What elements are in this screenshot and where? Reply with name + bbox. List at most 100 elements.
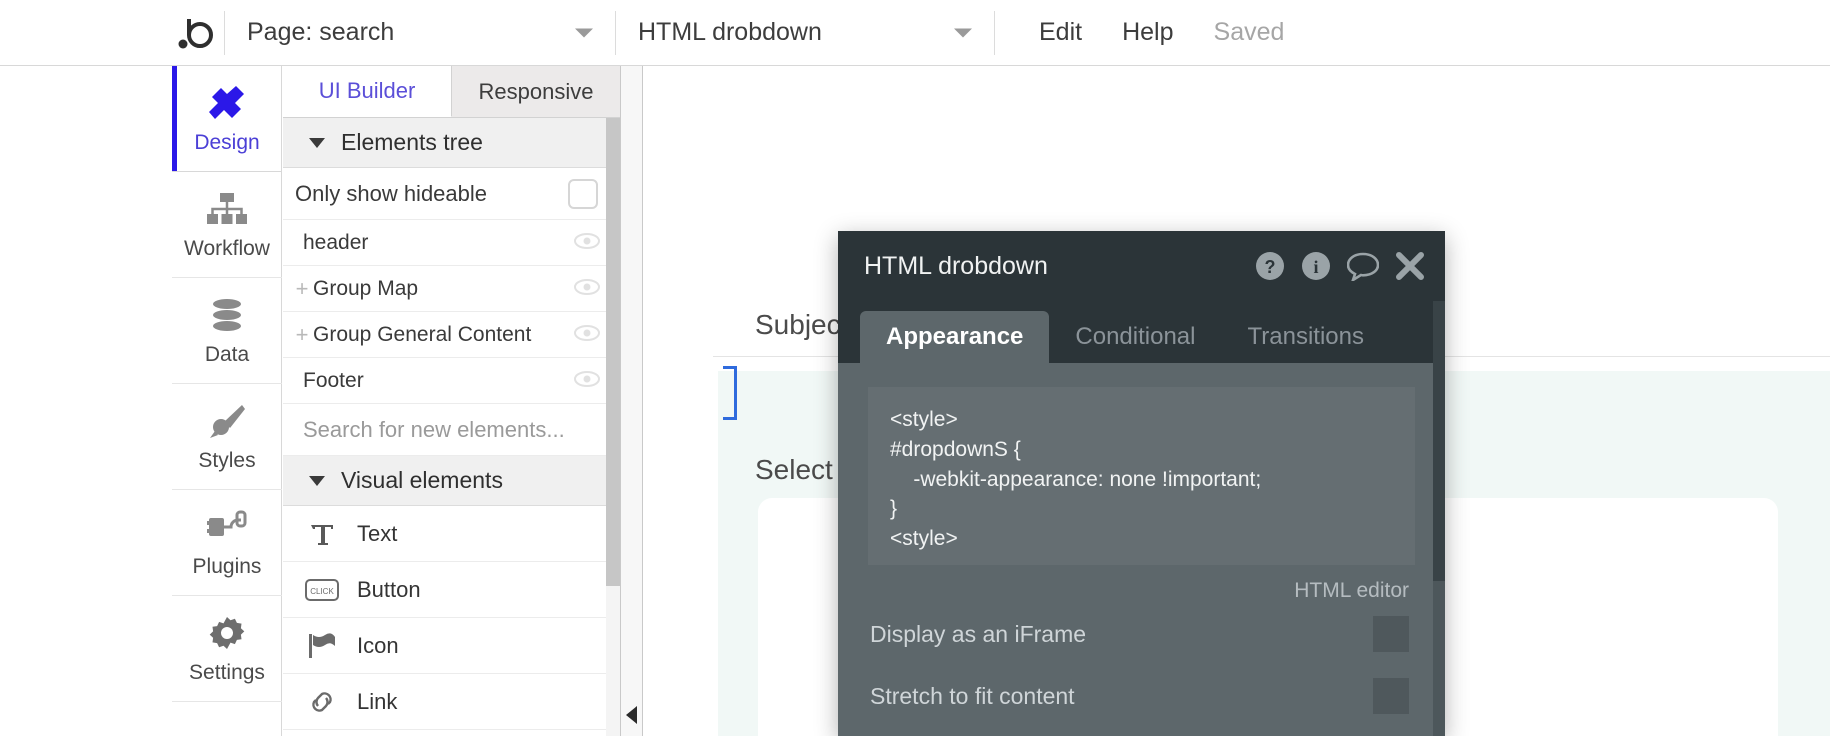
element-item-image[interactable]: Image [283, 730, 620, 736]
element-item-button[interactable]: CLICK Button [283, 562, 620, 618]
eye-icon[interactable] [574, 323, 600, 347]
chevron-down-icon [309, 476, 325, 486]
workflow-icon [205, 189, 249, 229]
only-show-hideable-row[interactable]: Only show hideable [283, 168, 620, 220]
saved-status: Saved [1194, 18, 1305, 47]
sidebar-item-settings[interactable]: Settings [172, 596, 282, 702]
ui-builder-panel: UI Builder Responsive Elements tree Only… [283, 66, 621, 736]
visual-elements-header[interactable]: Visual elements [283, 456, 620, 506]
tree-item-group-map[interactable]: + Group Map [283, 266, 620, 312]
sidebar-item-workflow[interactable]: Workflow [172, 172, 282, 278]
database-icon [205, 295, 249, 335]
flag-icon [305, 631, 339, 661]
expand-plus-icon[interactable]: + [293, 276, 311, 302]
dialog-title: HTML drobdown [864, 252, 1255, 281]
elements-tree-header[interactable]: Elements tree [283, 118, 620, 168]
stretch-to-fit-checkbox[interactable] [1373, 678, 1409, 714]
link-icon [305, 687, 339, 717]
bubble-logo-icon[interactable] [172, 0, 224, 65]
tab-responsive[interactable]: Responsive [452, 66, 620, 117]
topbar-left-spacer [0, 0, 172, 65]
eye-icon[interactable] [574, 277, 600, 301]
panel-collapse-handle[interactable] [621, 66, 643, 736]
sidebar-item-styles[interactable]: Styles [172, 384, 282, 490]
tab-transitions[interactable]: Transitions [1221, 311, 1389, 363]
sidebar-item-label: Plugins [193, 555, 262, 579]
element-selector-label: HTML drobdown [638, 18, 822, 47]
search-new-elements-input[interactable]: Search for new elements... [283, 404, 620, 456]
button-icon: CLICK [305, 575, 339, 605]
dialog-header[interactable]: HTML drobdown ? i [838, 231, 1445, 301]
svg-text:i: i [1313, 257, 1318, 277]
chevron-down-icon [954, 28, 972, 37]
topbar-actions: Edit Help Saved [995, 18, 1304, 47]
sidebar-item-label: Data [205, 343, 249, 367]
display-as-iframe-checkbox[interactable] [1373, 616, 1409, 652]
page-selector-label: Page: search [247, 18, 394, 47]
element-item-label: Icon [357, 633, 399, 659]
only-show-hideable-checkbox[interactable] [568, 179, 598, 209]
visual-elements-title: Visual elements [341, 467, 503, 494]
option-stretch-to-fit[interactable]: Stretch to fit content [868, 665, 1415, 727]
chevron-down-icon [309, 138, 325, 148]
element-item-label: Link [357, 689, 397, 715]
panel-scrollbar-thumb[interactable] [606, 118, 620, 586]
canvas-select-label: Select [755, 454, 833, 486]
info-circle-icon[interactable]: i [1301, 251, 1331, 281]
tree-item-footer[interactable]: Footer [283, 358, 620, 404]
element-item-label: Button [357, 577, 421, 603]
comment-icon[interactable] [1347, 251, 1379, 281]
sidebar-item-design[interactable]: Design [172, 66, 282, 172]
tree-item-group-general-content[interactable]: + Group General Content [283, 312, 620, 358]
dialog-body: <style> #dropdownS { -webkit-appearance:… [838, 363, 1445, 727]
svg-text:CLICK: CLICK [310, 587, 334, 596]
tree-item-label: Group Map [313, 277, 574, 301]
eye-icon[interactable] [574, 231, 600, 255]
tab-conditional[interactable]: Conditional [1049, 311, 1221, 363]
help-circle-icon[interactable]: ? [1255, 251, 1285, 281]
text-icon [305, 519, 339, 549]
element-selector[interactable]: HTML drobdown [616, 0, 994, 65]
element-properties-dialog: HTML drobdown ? i Appearance Conditional… [838, 231, 1445, 736]
left-nav-rail: Design Workflow [172, 66, 282, 736]
tab-appearance[interactable]: Appearance [860, 311, 1049, 363]
sidebar-item-label: Settings [189, 661, 265, 685]
dialog-scrollbar-thumb[interactable] [1433, 301, 1445, 581]
dialog-tab-bar: Appearance Conditional Transitions [838, 301, 1445, 363]
page-selector[interactable]: Page: search [225, 0, 615, 65]
paintbrush-icon [205, 401, 249, 441]
plug-icon [205, 507, 249, 547]
element-item-text[interactable]: Text [283, 506, 620, 562]
selection-marker [723, 366, 737, 420]
tab-ui-builder[interactable]: UI Builder [283, 66, 452, 117]
tree-item-label: Group General Content [313, 323, 574, 347]
top-bar: Page: search HTML drobdown Edit Help Sav… [0, 0, 1830, 66]
option-display-as-iframe[interactable]: Display as an iFrame [868, 603, 1415, 665]
bubble-editor-window: Page: search HTML drobdown Edit Help Sav… [0, 0, 1830, 736]
only-show-hideable-label: Only show hideable [295, 181, 568, 207]
sidebar-item-label: Styles [198, 449, 255, 473]
eye-icon[interactable] [574, 369, 600, 393]
close-icon[interactable] [1395, 251, 1425, 281]
element-item-label: Text [357, 521, 397, 547]
sidebar-item-label: Design [194, 131, 259, 155]
svg-text:?: ? [1265, 257, 1276, 277]
panel-scrollbar[interactable] [606, 118, 620, 736]
sidebar-item-plugins[interactable]: Plugins [172, 490, 282, 596]
help-button[interactable]: Help [1102, 18, 1193, 47]
panel-tab-bar: UI Builder Responsive [283, 66, 620, 118]
element-item-icon[interactable]: Icon [283, 618, 620, 674]
dialog-scrollbar[interactable] [1433, 301, 1445, 736]
html-code-editor[interactable]: <style> #dropdownS { -webkit-appearance:… [868, 387, 1415, 565]
chevron-left-icon [626, 706, 637, 724]
design-icon [205, 83, 249, 123]
option-label: Stretch to fit content [870, 683, 1373, 710]
tree-item-label: Footer [303, 369, 574, 393]
expand-plus-icon[interactable]: + [293, 322, 311, 348]
element-item-link[interactable]: Link [283, 674, 620, 730]
edit-button[interactable]: Edit [1019, 18, 1102, 47]
html-editor-label: HTML editor [868, 565, 1415, 603]
tree-item-header[interactable]: header [283, 220, 620, 266]
gear-icon [205, 613, 249, 653]
sidebar-item-data[interactable]: Data [172, 278, 282, 384]
